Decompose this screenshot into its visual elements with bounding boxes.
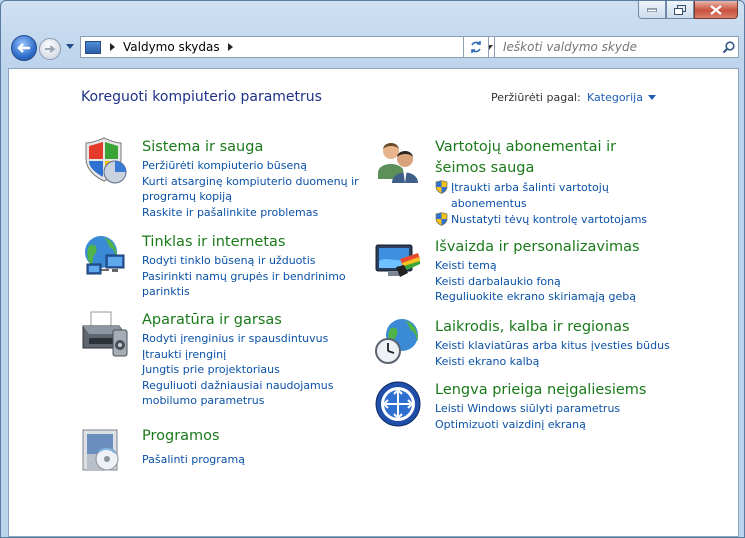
category-title-line[interactable]: Vartotojų abonementai ir [435,137,616,158]
link-text[interactable]: Įtraukti arba šalinti vartotojų [451,181,609,194]
maximize-button[interactable] [666,1,694,19]
search-icon[interactable] [718,40,738,54]
category-links: Keisti temą Keisti darbalaukio foną Regu… [435,258,636,305]
link-view-computer-status[interactable]: Peržiūrėti kompiuterio būseną [142,158,359,174]
category-title[interactable]: Laikrodis, kalba ir regionas [435,317,630,338]
close-button[interactable] [694,1,738,19]
recent-pages-dropdown[interactable] [66,44,74,49]
link-add-remove-users[interactable]: Įtraukti arba šalinti vartotojų [435,180,647,196]
uac-shield-icon [435,180,448,194]
shield-pie-icon[interactable] [81,137,129,185]
forward-button[interactable] [39,38,61,60]
category-title[interactable]: Programos [142,426,220,447]
link-desktop-background[interactable]: Keisti darbalaukio foną [435,274,636,290]
link-mobility-cont[interactable]: mobilumo parametrus [142,393,333,409]
search-input[interactable] [501,39,718,55]
link-screen-resolution[interactable]: Reguliuokite ekrano skiriamąją gebą [435,289,636,305]
category-links: Rodyti įrenginius ir spausdintuvus Įtrau… [142,331,333,409]
link-projector[interactable]: Jungtis prie projektoriaus [142,362,333,378]
chevron-down-icon[interactable] [647,95,656,100]
users-icon[interactable] [374,137,422,185]
link-display-language[interactable]: Keisti ekrano kalbą [435,354,670,370]
category-title[interactable]: Išvaizda ir personalizavimas [435,237,640,258]
link-homegroup[interactable]: Pasirinkti namų grupės ir bendrinimo [142,269,346,285]
refresh-icon [471,41,481,53]
control-panel-window: Valdymo skydas Koreguoti kompiuterio par… [0,0,745,538]
navigation-bar: Valdymo skydas [11,35,739,61]
view-by-value[interactable]: Kategorija [587,91,643,104]
category-links: Rodyti tinklo būseną ir užduotis Pasirin… [142,253,346,300]
page-title: Koreguoti kompiuterio parametrus [81,89,322,105]
breadcrumb-chevron-icon[interactable] [227,43,233,51]
refresh-button[interactable] [463,36,489,58]
clock-globe-icon[interactable] [374,317,422,365]
link-devices-printers[interactable]: Rodyti įrenginius ir spausdintuvus [142,331,333,347]
link-add-remove-users-cont[interactable]: abonementus [435,196,647,212]
ease-of-access-icon[interactable] [374,380,422,428]
category-links: Leisti Windows siūlyti parametrus Optimi… [435,401,620,432]
category-title-line[interactable]: šeimos sauga [435,158,616,179]
link-backup[interactable]: Kurti atsarginę kompiuterio duomenų ir [142,174,359,190]
view-by-label: Peržiūrėti pagal: [491,91,581,104]
network-globe-icon[interactable] [81,232,129,280]
category-links: Keisti klaviatūras arba kitus įvesties b… [435,338,670,369]
printer-icon[interactable] [81,310,129,358]
category-title[interactable]: Lengva prieiga neįgaliesiems [435,380,646,401]
category-title[interactable]: Sistema ir sauga [142,137,263,158]
link-uninstall-program[interactable]: Pašalinti programą [142,452,245,468]
address-bar[interactable]: Valdymo skydas [80,36,499,58]
caption-buttons [638,1,738,19]
restore-icon [674,4,686,15]
control-panel-icon [85,40,101,54]
back-button[interactable] [11,35,37,61]
link-homegroup-cont[interactable]: parinktis [142,284,346,300]
category-links: Pašalinti programą [142,452,245,468]
link-change-theme[interactable]: Keisti temą [435,258,636,274]
link-parental-controls[interactable]: Nustatyti tėvų kontrolę vartotojams [435,212,647,228]
minimize-button[interactable] [638,1,666,19]
breadcrumb-control-panel[interactable]: Valdymo skydas [123,40,220,54]
link-optimize-visual[interactable]: Optimizuoti vaizdinį ekraną [435,417,620,433]
programs-icon[interactable] [81,426,129,474]
link-mobility[interactable]: Reguliuoti dažniausiai naudojamus [142,378,333,394]
link-text[interactable]: Nustatyti tėvų kontrolę vartotojams [451,213,647,226]
category-title[interactable]: Aparatūra ir garsas [142,310,282,331]
forward-arrow-icon [45,45,56,53]
link-recommend-settings[interactable]: Leisti Windows siūlyti parametrus [435,401,620,417]
link-troubleshoot[interactable]: Raskite ir pašalinkite problemas [142,205,359,221]
link-network-status[interactable]: Rodyti tinklo būseną ir užduotis [142,253,346,269]
minimize-icon [647,8,657,12]
category-links: Įtraukti arba šalinti vartotojų abonemen… [435,180,647,228]
search-box[interactable] [494,36,739,58]
back-arrow-icon [17,43,30,53]
close-icon [710,4,722,15]
link-keyboards-input[interactable]: Keisti klaviatūras arba kitus įvesties b… [435,338,670,354]
view-by-dropdown[interactable]: Kategorija [587,91,656,104]
category-title[interactable]: Tinklas ir internetas [142,232,285,253]
main-content: Koreguoti kompiuterio parametrus Peržiūr… [8,68,739,537]
category-title[interactable]: Vartotojų abonementai ir šeimos sauga [435,137,616,179]
category-links: Peržiūrėti kompiuterio būseną Kurti atsa… [142,158,359,220]
uac-shield-icon [435,212,448,226]
appearance-icon[interactable] [374,237,422,285]
link-add-device[interactable]: Įtraukti įrenginį [142,347,333,363]
link-backup-cont[interactable]: programų kopiją [142,189,359,205]
breadcrumb-chevron-icon[interactable] [110,43,115,51]
